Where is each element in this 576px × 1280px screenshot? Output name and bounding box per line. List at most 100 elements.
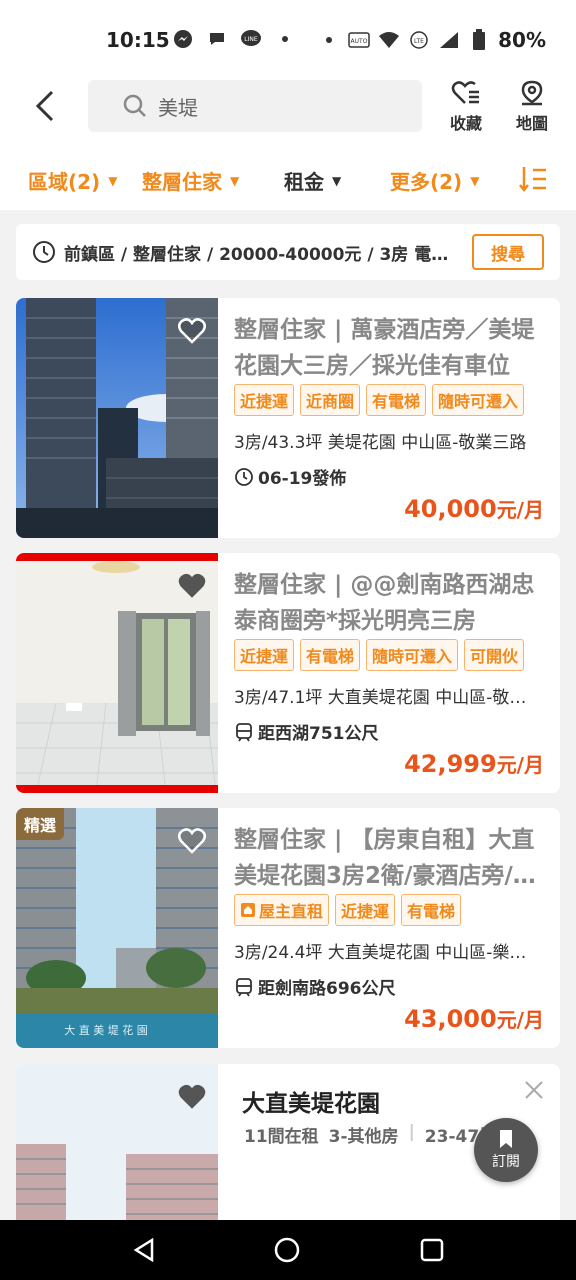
bookmark-icon [500,1130,512,1148]
photo-bottom-bar [16,785,218,793]
filter-more[interactable]: 更多(2) ▼ [390,166,479,195]
map-pin-icon [521,80,543,106]
community-type: 3-其他房 [328,1127,399,1147]
listing-distance-text: 距西湖751公尺 [258,724,379,744]
tag: 有電梯 [300,639,361,671]
dot-icon [274,28,296,50]
listing-title: 整層住家 | 【房東自租】大直美堤花園3房2衛/豪酒店旁/… [234,827,536,889]
listing-card[interactable]: 整層住家 | @@劍南路西湖忠泰商圈旁*採光明亮三房 近捷運 有電梯 隨時可遷入… [16,553,560,793]
filter-type-label: 整層住家 [142,170,222,194]
photo-top-bar [16,553,218,561]
listing-meta: 3房/43.3坪 美堤花園 中山區-敬業三路 [234,433,527,453]
search-query: 美堤 [158,95,198,120]
search-icon [123,94,146,117]
tag-list: 近捷運 有電梯 隨時可遷入 可開伙 [234,639,525,671]
wifi-icon [378,29,400,51]
listing-price: 43,000元/月 [404,1004,544,1033]
map-button[interactable]: 地圖 [502,80,562,136]
metro-icon [236,722,252,741]
svg-text:AUTO: AUTO [351,38,368,45]
owner-house-icon [241,903,255,917]
listing-distance: 距西湖751公尺 [234,719,379,744]
heart-outline-icon[interactable] [178,828,206,854]
saved-search-text: 前鎮區 / 整層住家 / 20000-40000元 / 3房 電… [64,244,448,265]
lte-icon: LTE [408,29,430,51]
back-arrow-icon [35,90,54,122]
price-unit: 元/月 [496,498,544,522]
caret-down-icon: ▼ [470,173,480,188]
tag: 有電梯 [366,384,427,416]
status-bar: 10:15 LINE AUTO LTE 80% [0,0,576,80]
metro-icon [236,977,252,996]
map-label: 地圖 [515,114,548,133]
filter-more-label: 更多(2) [390,170,463,194]
filter-rent-label: 租金 [284,170,324,194]
price-value: 40,000 [404,495,497,523]
heart-outline-icon[interactable] [178,318,206,344]
featured-badge: 精選 [16,808,65,840]
header: 美堤 收藏 地圖 [0,80,576,150]
svg-text:LTE: LTE [414,38,424,45]
listing-posted-text: 06-19發佈 [258,469,347,489]
messenger-icon [172,28,194,50]
nav-back-icon[interactable] [130,1236,158,1264]
subscribe-button[interactable]: 訂閱 [474,1118,538,1182]
listing-distance: 距劍南路696公尺 [234,974,396,999]
listing-card[interactable]: 整層住家 | 萬豪酒店旁／美堤花園大三房／採光佳有車位 近捷運 近商圈 有電梯 … [16,298,560,538]
search-button[interactable]: 搜尋 [472,234,544,270]
heart-list-icon [451,81,479,104]
filter-type[interactable]: 整層住家 ▼ [142,166,239,195]
back-button[interactable] [24,86,64,126]
listing-title: 整層住家 | 萬豪酒店旁／美堤花園大三房／採光佳有車位 [234,317,535,379]
favorites-label: 收藏 [449,114,482,133]
clock-icon [235,467,253,486]
tag-owner: 屋主直租 [234,894,330,926]
system-icons: AUTO LTE 80% [318,28,546,52]
svg-text:大 直 美 堤 花 園: 大 直 美 堤 花 園 [64,1023,147,1037]
tag: 可開伙 [464,639,525,671]
listing-posted: 06-19發佈 [234,464,346,489]
tag-list: 近捷運 近商圈 有電梯 隨時可遷入 [234,384,525,416]
price-value: 43,000 [404,1005,497,1033]
status-time: 10:15 [106,28,170,52]
tag: 隨時可遷入 [432,384,525,416]
tag: 有電梯 [401,894,462,926]
dot-icon [318,29,340,51]
sort-icon[interactable] [518,164,548,194]
filter-rent[interactable]: 租金 ▼ [284,166,341,195]
divider: | [408,1122,415,1142]
nav-recents-icon[interactable] [418,1236,446,1264]
filter-area[interactable]: 區域(2) ▼ [28,166,117,195]
caret-down-icon: ▼ [230,173,240,188]
heart-icon[interactable] [178,573,206,599]
listing-meta: 3房/24.4坪 大直美堤花園 中山區-樂… [234,943,527,963]
battery-icon [468,29,490,51]
tag: 近捷運 [234,639,295,671]
chat-icon [206,28,228,50]
price-unit: 元/月 [496,753,544,777]
filter-bar: 區域(2) ▼ 整層住家 ▼ 租金 ▼ 更多(2) ▼ [0,150,576,210]
heart-icon[interactable] [178,1084,206,1110]
tag: 近捷運 [335,894,396,926]
line-icon: LINE [240,28,262,50]
tag: 近商圈 [300,384,361,416]
price-value: 42,999 [404,750,497,778]
auto-hd-icon: AUTO [348,29,370,51]
listing-card[interactable]: 大 直 美 堤 花 園 精選 整層住家 | 【房東自租】大直美堤花園3房2衛/豪… [16,808,560,1048]
signal-icon [438,29,460,51]
clock-icon [33,241,55,263]
search-input[interactable]: 美堤 [88,80,422,132]
price-unit: 元/月 [496,1008,544,1032]
favorites-button[interactable]: 收藏 [436,80,496,136]
battery-level: 80% [498,28,546,52]
close-icon[interactable] [524,1080,544,1100]
nav-home-icon[interactable] [273,1236,301,1264]
listing-price: 40,000元/月 [404,494,544,523]
community-info: 11間在租 3-其他房 | 23-47坪 [244,1122,496,1147]
saved-search-bar[interactable]: 前鎮區 / 整層住家 / 20000-40000元 / 3房 電… 搜尋 [16,224,560,280]
listing-meta: 3房/47.1坪 大直美堤花園 中山區-敬… [234,688,527,708]
tag-list: 屋主直租 近捷運 有電梯 [234,894,462,926]
caret-down-icon: ▼ [332,173,342,188]
filter-area-label: 區域(2) [28,170,101,194]
listing-distance-text: 距劍南路696公尺 [258,979,396,999]
